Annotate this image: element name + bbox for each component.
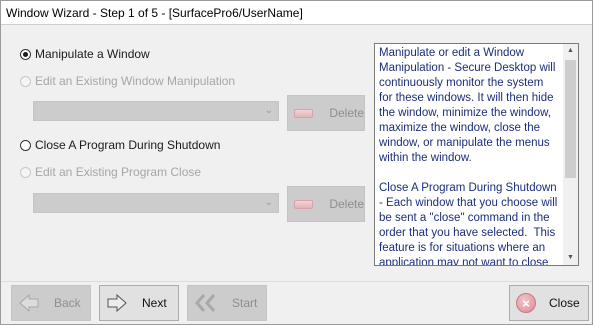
radio-close-program[interactable]: Close A Program During Shutdown	[20, 138, 220, 152]
next-button-label[interactable]: Next	[142, 296, 167, 310]
radio-close-program-indicator[interactable]	[20, 139, 31, 151]
radio-manipulate-window-indicator[interactable]	[20, 48, 31, 60]
scroll-thumb[interactable]	[565, 60, 576, 178]
radio-edit-existing-close-label: Edit an Existing Program Close	[35, 165, 202, 179]
window-title: Window Wizard - Step 1 of 5 - [SurfacePr…	[1, 1, 592, 25]
close-button[interactable]: × Close	[509, 285, 589, 321]
double-chevron-icon	[195, 294, 216, 312]
back-arrow-icon	[19, 293, 39, 313]
next-arrow-icon	[107, 293, 127, 313]
next-button[interactable]: Next	[99, 285, 179, 321]
start-button: Start	[187, 285, 267, 321]
wizard-footer: Back Next Start × Close	[1, 281, 592, 324]
radio-edit-existing-manipulation: Edit an Existing Window Manipulation	[20, 74, 235, 88]
scroll-down-icon[interactable]: ▼	[563, 251, 578, 265]
radio-manipulate-window-label[interactable]: Manipulate a Window	[35, 47, 150, 61]
delete-bar-icon	[294, 108, 314, 118]
chevron-down-icon: ⌄	[264, 105, 273, 116]
radio-manipulate-window[interactable]: Manipulate a Window	[20, 47, 150, 61]
description-panel[interactable]: Manipulate or edit a Window Manipulation…	[374, 43, 579, 266]
description-scrollbar[interactable]: ▲ ▼	[563, 44, 578, 265]
description-text: Manipulate or edit a Window Manipulation…	[379, 47, 558, 265]
radio-edit-existing-manipulation-indicator	[20, 75, 31, 87]
delete-close-button: Delete	[287, 186, 365, 222]
radio-edit-existing-manipulation-label: Edit an Existing Window Manipulation	[35, 74, 236, 88]
delete-manipulation-label: Delete	[329, 106, 364, 120]
scroll-up-icon[interactable]: ▲	[563, 44, 578, 58]
wizard-content: Manipulate a Window Edit an Existing Win…	[1, 25, 592, 281]
start-button-label: Start	[232, 296, 258, 310]
manipulation-select: ⌄	[33, 101, 279, 121]
delete-manipulation-button: Delete	[287, 95, 365, 131]
back-button-label: Back	[54, 296, 81, 310]
back-button: Back	[11, 285, 91, 321]
close-select: ⌄	[33, 193, 279, 213]
chevron-down-icon: ⌄	[264, 197, 273, 208]
radio-edit-existing-close-indicator	[20, 166, 31, 178]
delete-bar-icon	[294, 199, 314, 209]
delete-close-label: Delete	[329, 197, 364, 211]
close-x-icon: ×	[516, 293, 536, 313]
wizard-window: Window Wizard - Step 1 of 5 - [SurfacePr…	[0, 0, 593, 325]
close-button-label[interactable]: Close	[549, 296, 580, 310]
radio-close-program-label[interactable]: Close A Program During Shutdown	[35, 138, 220, 152]
radio-edit-existing-close: Edit an Existing Program Close	[20, 165, 201, 179]
